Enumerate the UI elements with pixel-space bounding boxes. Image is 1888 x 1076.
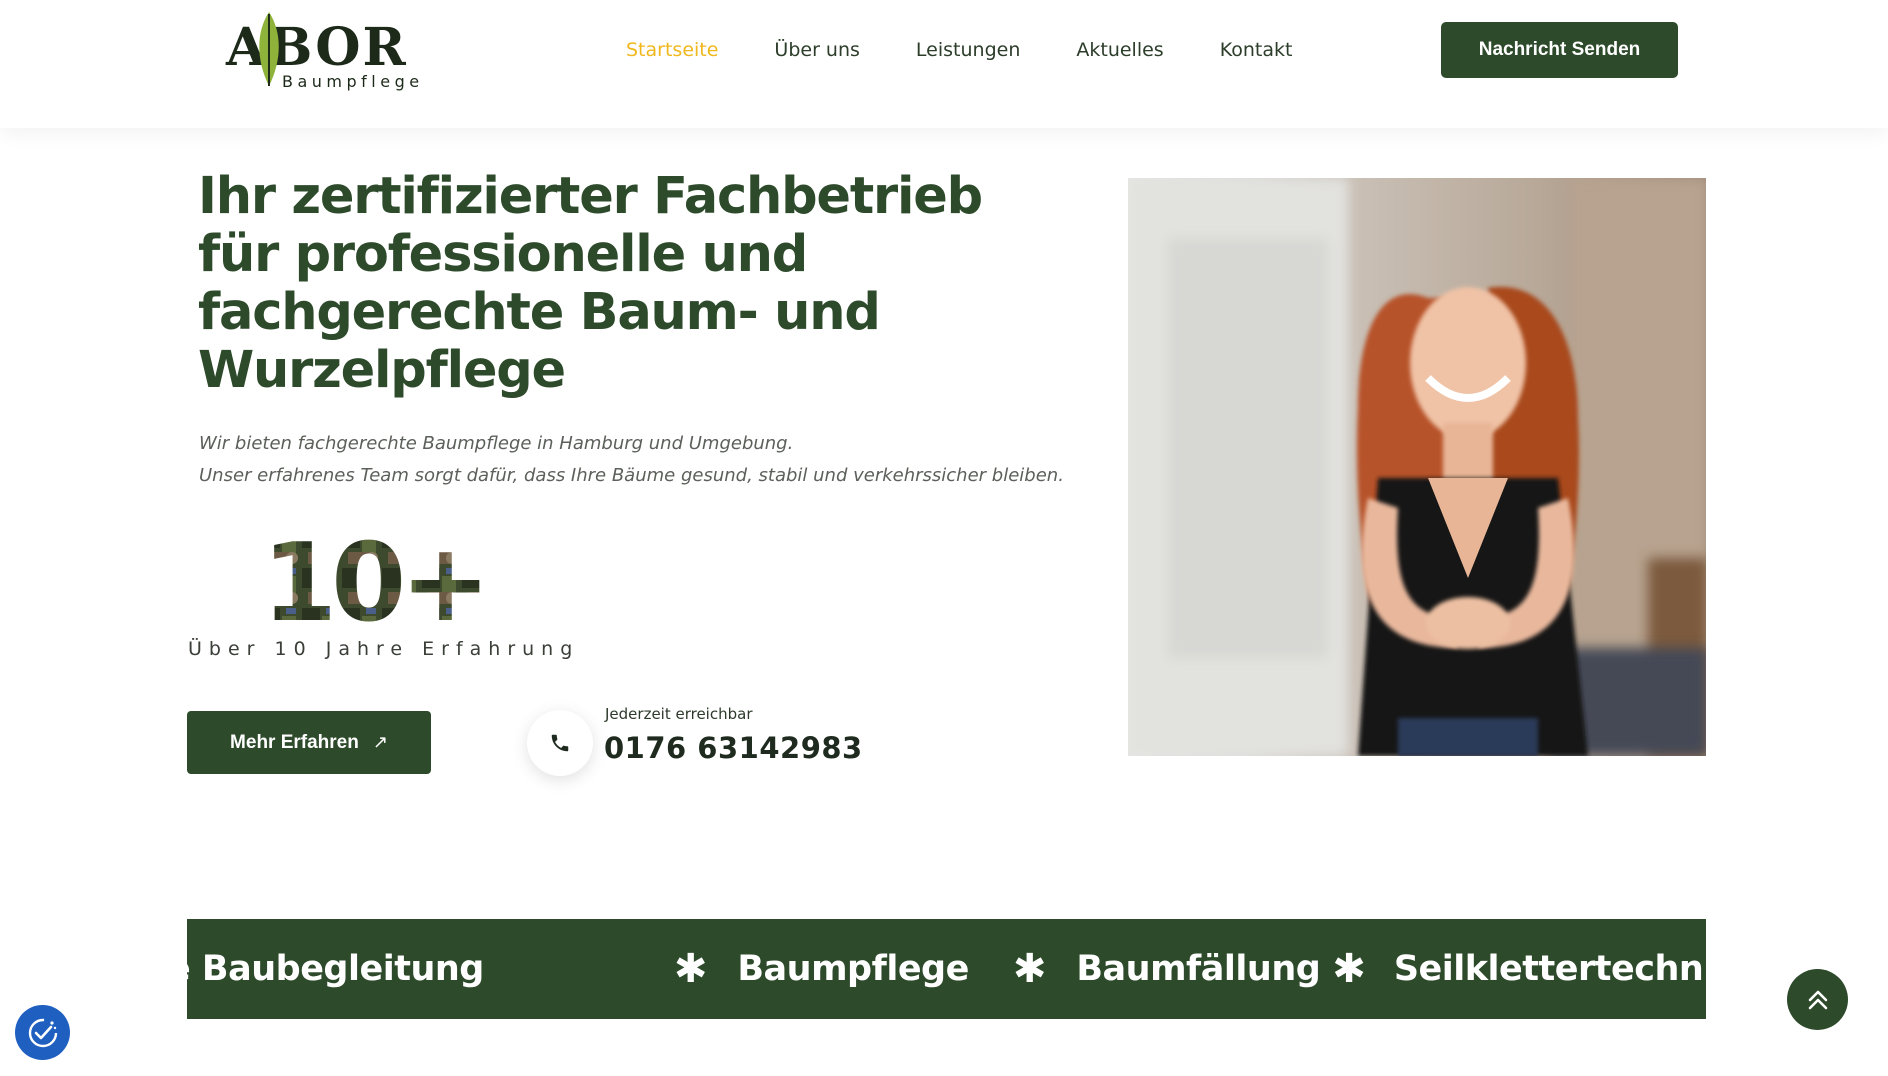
hero-title: Ihr zertifizierter Fachbetrieb für profe…: [198, 167, 983, 400]
nav-item-ueber-uns[interactable]: Über uns: [774, 38, 860, 62]
hero-subtitle-line-1: Wir bieten fachgerechte Baumpflege in Ha…: [199, 433, 794, 454]
phone-caption: Jederzeit erreichbar: [605, 705, 753, 723]
marquee-item-seilklettertechnik: Seilklettertechnik: [1393, 949, 1706, 989]
arrow-up-right-icon: ↗: [372, 732, 388, 752]
experience-counter: 10+: [262, 528, 482, 628]
hero-subtitle: Wir bieten fachgerechte Baumpflege in Ha…: [199, 428, 1099, 492]
nav-item-aktuelles[interactable]: Aktuelles: [1076, 38, 1163, 62]
asterisk-icon: ✱: [1332, 946, 1366, 992]
nav-item-leistungen[interactable]: Leistungen: [916, 38, 1020, 62]
nav-item-kontakt[interactable]: Kontakt: [1220, 38, 1293, 62]
marquee-item-baumfaellung: Baumfällung: [1076, 949, 1321, 989]
phone-call-button[interactable]: [527, 710, 593, 776]
portrait-photo: [1128, 178, 1706, 756]
cookie-settings-button[interactable]: [15, 1005, 70, 1060]
experience-label: Über 10 Jahre Erfahrung: [188, 638, 580, 660]
learn-more-label: Mehr Erfahren: [230, 731, 359, 753]
double-chevron-up-icon: [1808, 990, 1827, 1009]
phone-icon: [551, 734, 569, 752]
site-header: ABOR Baumpflege Startseite Über uns Leis…: [0, 0, 1888, 128]
services-marquee: e Baubegleitung ✱ Baumpflege ✱ Baumfällu…: [187, 919, 1706, 1019]
scroll-to-top-button[interactable]: [1787, 969, 1848, 1030]
learn-more-button[interactable]: Mehr Erfahren ↗: [187, 711, 431, 774]
marquee-item-baubegleitung: e Baubegleitung: [187, 949, 484, 989]
experience-value: 10+: [262, 528, 482, 628]
logo[interactable]: ABOR Baumpflege: [226, 8, 432, 94]
send-message-button[interactable]: Nachricht Senden: [1441, 22, 1678, 78]
logo-subtitle: Baumpflege: [282, 72, 424, 91]
logo-wordmark: ABOR: [226, 17, 408, 78]
marquee-item-baumpflege: Baumpflege: [737, 949, 969, 989]
cookie-settings-icon: [28, 1018, 57, 1047]
asterisk-icon: ✱: [1012, 946, 1047, 992]
asterisk-icon: ✱: [673, 946, 708, 992]
hero-photo: [1128, 178, 1706, 756]
nav-item-startseite[interactable]: Startseite: [626, 38, 718, 62]
hero-subtitle-line-2: Unser erfahrenes Team sorgt dafür, dass …: [199, 465, 1064, 486]
leaf-icon: [259, 12, 279, 86]
phone-number[interactable]: 0176 63142983: [604, 731, 863, 765]
main-nav: Startseite Über uns Leistungen Aktuelles…: [626, 38, 1348, 62]
marquee-track: e Baubegleitung ✱ Baumpflege ✱ Baumfällu…: [187, 919, 1706, 1019]
